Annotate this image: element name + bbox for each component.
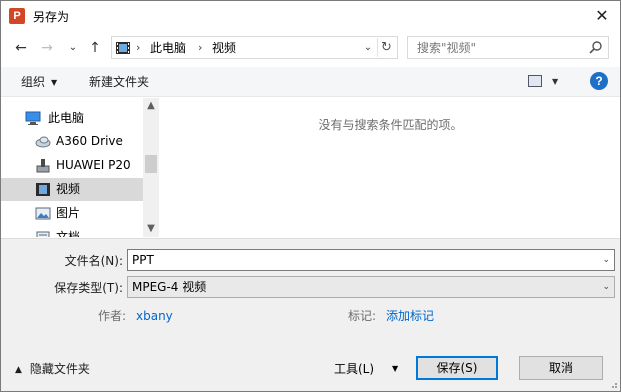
save-options-area: 文件名(N): PPT ⌄ 保存类型(T): MPEG-4 视频 ⌄ 作者: x… [1,238,620,391]
tree-item-label: HUAWEI P20 [56,158,131,172]
new-folder-button[interactable]: 新建文件夹 [89,74,149,90]
author-label: 作者: [98,309,127,323]
breadcrumb-separator[interactable]: › [198,40,202,56]
pictures-folder-icon [35,207,51,220]
address-bar[interactable]: › 此电脑 › 视频 ⌄ ↻ [111,36,398,59]
cancel-button[interactable]: 取消 [519,356,603,380]
back-button[interactable]: ← [11,38,31,58]
documents-folder-icon [36,231,50,237]
filetype-dropdown-icon[interactable]: ⌄ [602,279,610,295]
organize-menu[interactable]: 组织 ▼ [21,74,57,92]
save-as-dialog: P 另存为 ✕ ← → ⌄ ↑ › 此电脑 › 视频 ⌄ ↻ 搜索"视频" 组织… [0,0,621,392]
tools-menu-label[interactable]: 工具(L) [334,361,374,377]
hide-folders-toggle[interactable]: ▲ 隐藏文件夹 [15,361,90,379]
help-icon[interactable]: ? [590,72,608,90]
save-button[interactable]: 保存(S) [416,356,498,380]
view-options-icon[interactable] [528,75,542,87]
filetype-select[interactable]: MPEG-4 视频 ⌄ [127,276,615,298]
search-icon[interactable] [589,40,603,56]
recent-locations-button[interactable]: ⌄ [63,38,83,58]
tree-item-label: 此电脑 [48,111,85,125]
tree-item-a360-drive[interactable]: A360 Drive [1,130,143,153]
add-tags-link[interactable]: 添加标记 [386,308,434,324]
tree-item-label: 图片 [56,206,81,220]
forward-button[interactable]: → [37,38,57,58]
tree-item-videos[interactable]: 视频 [1,178,143,201]
scroll-thumb[interactable] [145,155,157,173]
tree-item-huawei-p20[interactable]: HUAWEI P20 [1,154,143,177]
tags-label: 标记: [348,309,377,323]
hide-folders-label: 隐藏文件夹 [29,362,90,376]
search-box[interactable]: 搜索"视频" [407,36,609,59]
close-button[interactable]: ✕ [588,3,616,29]
computer-icon [25,111,41,125]
collapse-caret-icon: ▲ [15,365,22,375]
organize-caret-icon: ▼ [51,78,58,87]
cloud-drive-icon [35,136,51,148]
author-value[interactable]: xbany [136,308,173,324]
tree-item-documents[interactable]: 文档 [1,226,143,237]
up-button[interactable]: ↑ [85,38,105,58]
address-dropdown-icon[interactable]: ⌄ [361,40,375,56]
scroll-down-icon[interactable]: ▼ [143,221,159,237]
search-placeholder[interactable]: 搜索"视频" [417,40,476,56]
tree-item-label: A360 Drive [56,134,123,148]
tools-dropdown-icon[interactable]: ▼ [392,361,398,377]
tree-item-pictures[interactable]: 图片 [1,202,143,225]
filetype-value: MPEG-4 视频 [132,280,207,294]
filename-label: 文件名(N): [64,254,123,268]
navigation-bar: ← → ⌄ ↑ › 此电脑 › 视频 ⌄ ↻ 搜索"视频" [1,34,620,64]
resize-grip-icon[interactable] [608,379,618,389]
view-options-caret-icon[interactable]: ▼ [552,74,558,90]
filename-input[interactable]: PPT ⌄ [127,249,615,271]
dialog-title: 另存为 [33,10,70,24]
organize-label: 组织 [21,75,46,89]
refresh-icon[interactable]: ↻ [377,38,395,57]
tree-item-label: 视频 [56,182,81,196]
tree-item-this-pc[interactable]: 此电脑 [1,107,143,130]
filename-dropdown-icon[interactable]: ⌄ [602,252,610,268]
filetype-label: 保存类型(T): [54,281,123,295]
video-folder-icon [36,183,50,196]
title-bar: P 另存为 ✕ [1,1,620,31]
scroll-up-icon[interactable]: ▲ [143,98,159,114]
file-list-pane[interactable]: 没有与搜索条件匹配的项。 [161,98,620,237]
empty-results-message: 没有与搜索条件匹配的项。 [318,118,463,132]
phone-icon [36,159,50,173]
breadcrumb-videos[interactable]: 视频 [212,40,236,56]
powerpoint-app-icon: P [9,8,25,24]
breadcrumb-this-pc[interactable]: 此电脑 [150,40,186,56]
video-folder-icon [116,42,130,54]
command-toolbar: 组织 ▼ 新建文件夹 ▼ ? [1,67,620,97]
breadcrumb-separator[interactable]: › [136,40,140,56]
filename-value: PPT [132,253,154,267]
tree-item-label: 文档 [56,230,81,237]
navigation-pane: 此电脑 A360 Drive HUAWEI P20 视频 图片 文档 ▲ ▼ [1,98,159,237]
navigation-scrollbar[interactable]: ▲ ▼ [143,98,159,237]
